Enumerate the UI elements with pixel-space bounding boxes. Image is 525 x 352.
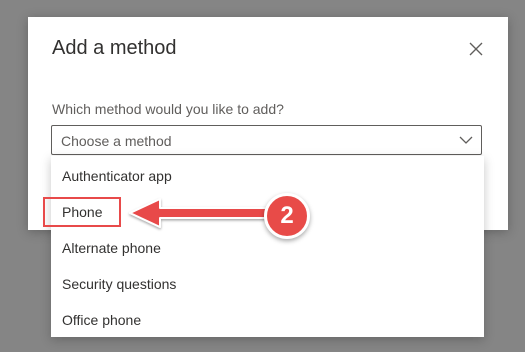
option-label: Office phone (62, 312, 142, 328)
dialog-title: Add a method (52, 37, 177, 59)
method-select-placeholder: Choose a method (61, 133, 172, 149)
option-label: Phone (62, 204, 103, 220)
chevron-down-icon (459, 136, 473, 144)
method-select[interactable]: Choose a method (51, 125, 482, 155)
option-label: Security questions (62, 276, 177, 292)
option-label: Authenticator app (62, 168, 172, 184)
option-phone[interactable]: Phone (51, 194, 484, 230)
method-dropdown-list: Authenticator app Phone Alternate phone … (51, 156, 484, 337)
option-label: Alternate phone (62, 240, 161, 256)
close-button[interactable] (466, 39, 486, 59)
dialog-subtitle: Which method would you like to add? (52, 101, 284, 117)
close-icon (469, 42, 483, 56)
option-security-questions[interactable]: Security questions (51, 266, 484, 302)
option-office-phone[interactable]: Office phone (51, 302, 484, 338)
option-alternate-phone[interactable]: Alternate phone (51, 230, 484, 266)
option-authenticator-app[interactable]: Authenticator app (51, 158, 484, 194)
